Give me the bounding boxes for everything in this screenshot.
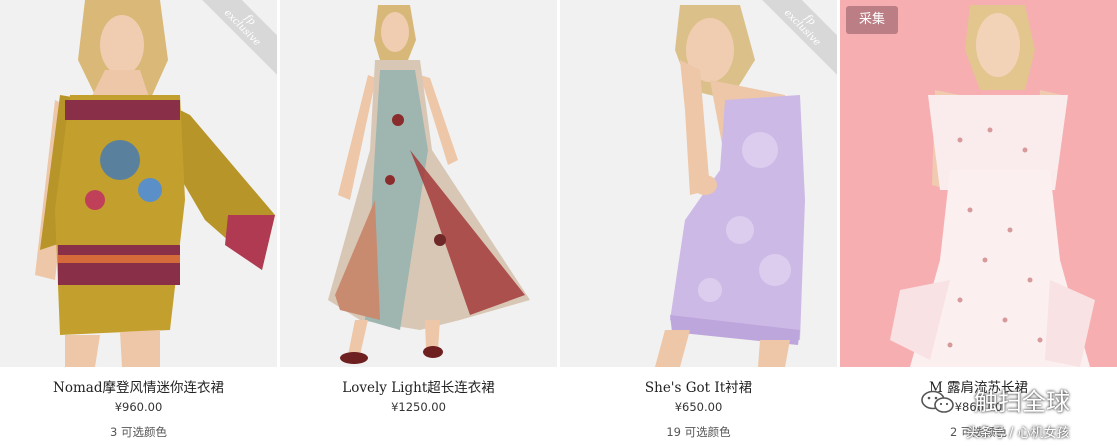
color-count[interactable]: 3 可选颜色: [0, 424, 277, 440]
product-name[interactable]: Nomad摩登风情迷你连衣裙: [0, 376, 277, 396]
model-illustration: [655, 5, 805, 367]
product-card[interactable]: Lovely Light超长连衣裙 ¥1250.00: [280, 0, 557, 446]
product-name[interactable]: M 露肩流苏长裙: [840, 376, 1117, 396]
product-price: ¥960.00: [114, 400, 163, 414]
model-illustration: [35, 0, 275, 367]
color-count[interactable]: 19 可选颜色: [560, 424, 837, 440]
product-photo[interactable]: fp exclusive: [560, 0, 837, 367]
product-card[interactable]: fp exclusive She's Got It衬裙 ¥650.00 19 可…: [560, 0, 837, 446]
model-illustration: [328, 5, 530, 364]
product-price: ¥866.00: [954, 400, 1003, 414]
model-illustration: [890, 5, 1095, 367]
collect-button[interactable]: 采集: [846, 6, 898, 34]
product-photo[interactable]: fp exclusive: [0, 0, 277, 367]
product-card[interactable]: fp exclusive Nomad摩登风情迷你连衣裙 ¥960.00 3 可选…: [0, 0, 277, 446]
product-photo[interactable]: [280, 0, 557, 367]
product-card[interactable]: 采集 M 露肩流苏长裙 ¥866.00 2 可选颜色: [840, 0, 1117, 446]
product-price: ¥650.00: [674, 400, 723, 414]
product-name[interactable]: Lovely Light超长连衣裙: [280, 376, 557, 396]
color-count[interactable]: 2 可选颜色: [840, 424, 1117, 440]
product-price: ¥1250.00: [391, 400, 446, 414]
product-photo[interactable]: 采集: [840, 0, 1117, 367]
product-grid: fp exclusive Nomad摩登风情迷你连衣裙 ¥960.00 3 可选…: [0, 0, 1117, 446]
product-name[interactable]: She's Got It衬裙: [560, 376, 837, 396]
